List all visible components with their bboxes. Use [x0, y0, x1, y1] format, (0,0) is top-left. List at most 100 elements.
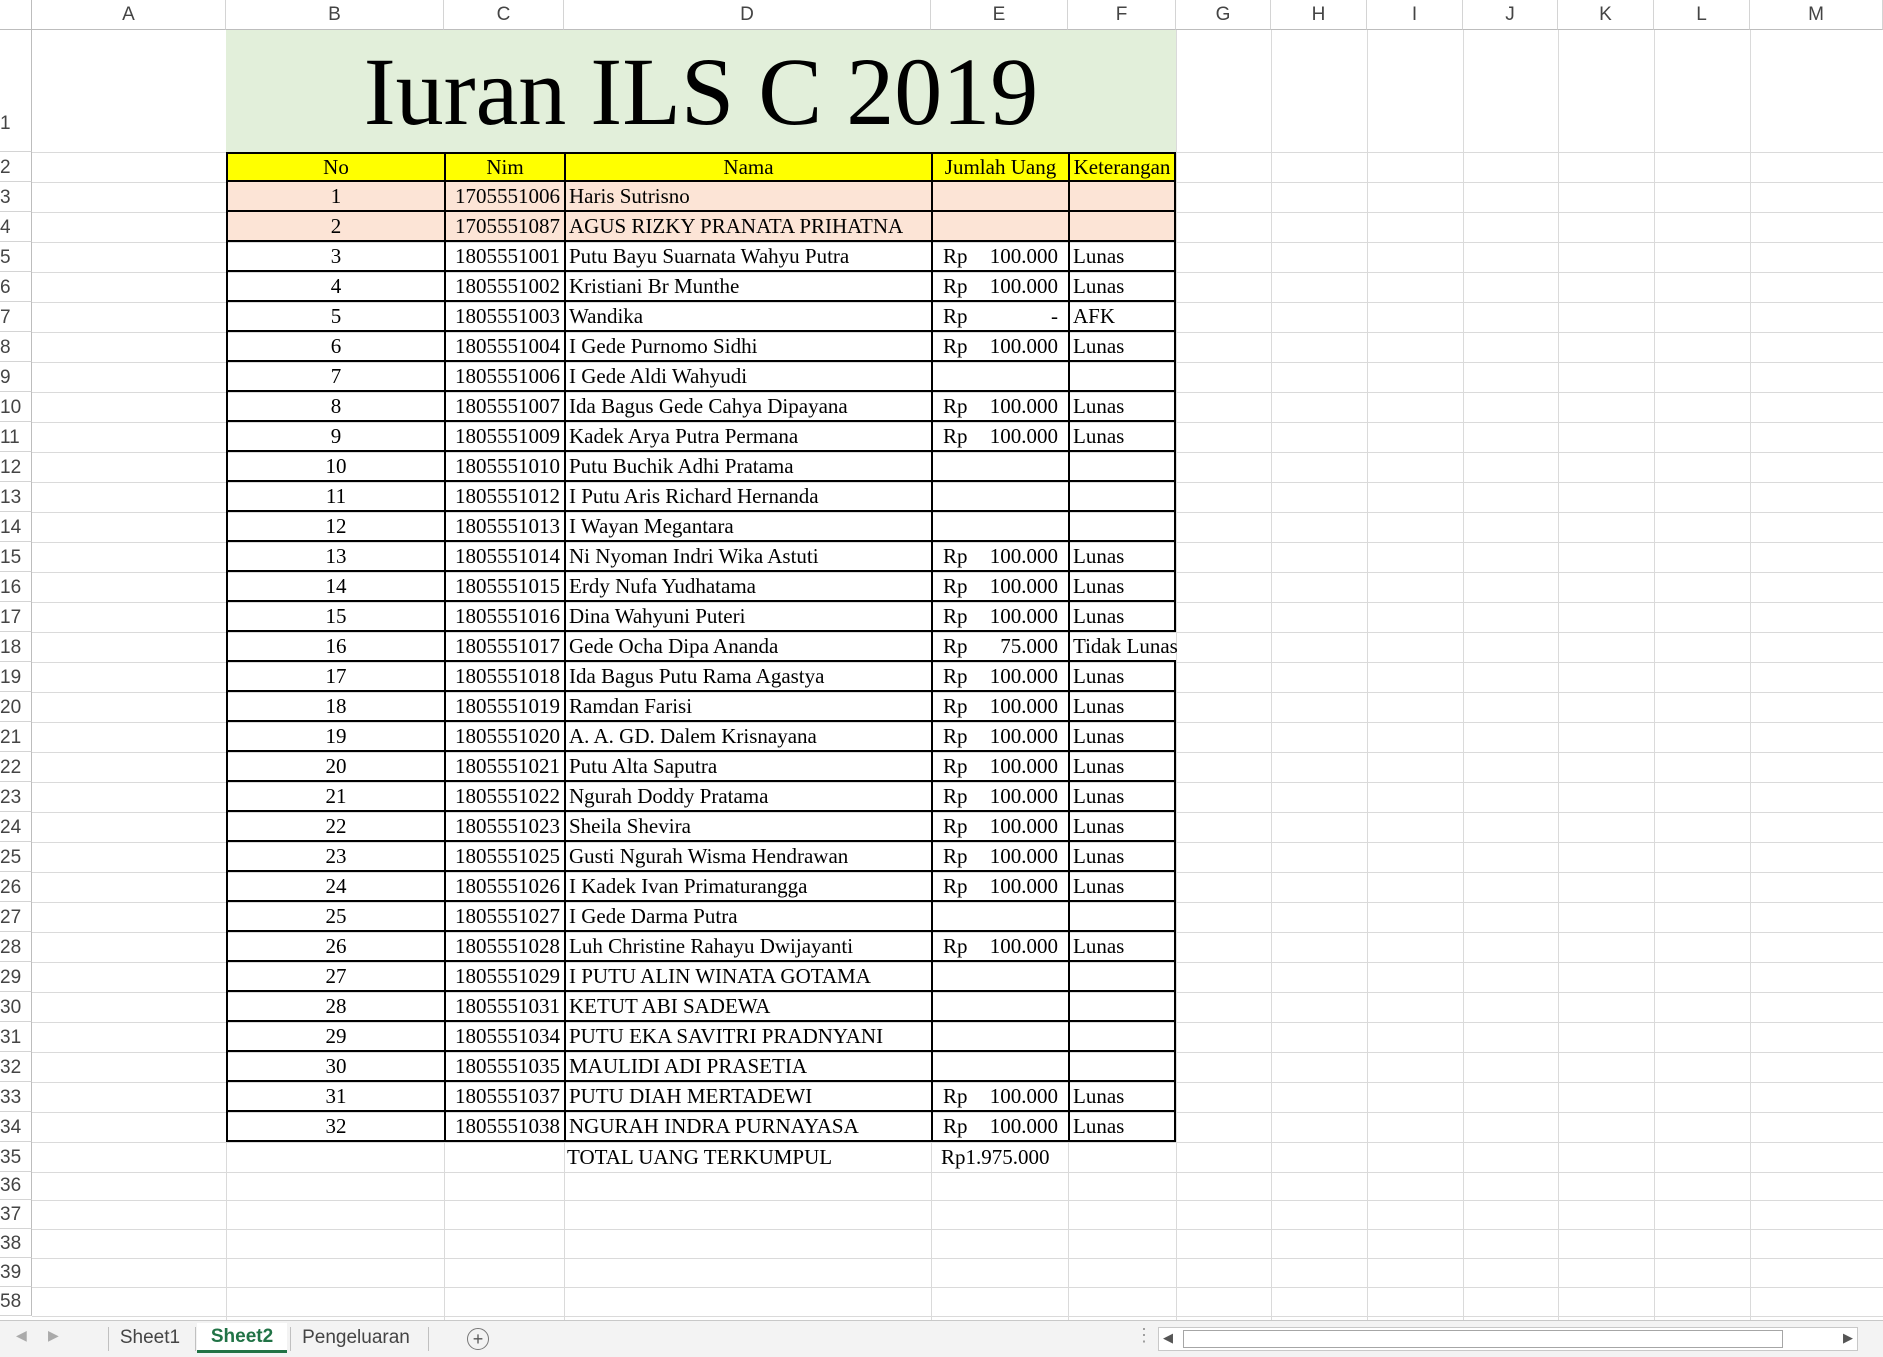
- cell-keterangan[interactable]: Lunas: [1068, 602, 1176, 632]
- spreadsheet-grid[interactable]: ABCDEFGHIJKLM 1 2 3 4 5 6 7 8 9 10 11 12 13 14 15 16 17 1…: [0, 0, 1883, 1320]
- cell-keterangan[interactable]: Lunas: [1068, 332, 1176, 362]
- row-header[interactable]: 26: [0, 872, 32, 902]
- cell-keterangan[interactable]: Lunas: [1068, 752, 1176, 782]
- row-header[interactable]: 12: [0, 452, 32, 482]
- cell-nama[interactable]: Dina Wahyuni Puteri: [564, 602, 931, 632]
- cell-jumlah[interactable]: [931, 212, 1068, 242]
- cell-nama[interactable]: Haris Sutrisno: [564, 182, 931, 212]
- row-header[interactable]: 15: [0, 542, 32, 572]
- cell-no[interactable]: 32: [226, 1112, 444, 1142]
- cell-jumlah[interactable]: [931, 182, 1068, 212]
- cell-no[interactable]: 29: [226, 1022, 444, 1052]
- cell-jumlah[interactable]: Rp 100.000: [931, 422, 1068, 452]
- tab-scroll-left-icon[interactable]: ◀: [16, 1327, 27, 1344]
- add-sheet-icon[interactable]: +: [467, 1328, 489, 1350]
- cell-nim[interactable]: 1805551003: [444, 302, 564, 332]
- cell-no[interactable]: 15: [226, 602, 444, 632]
- cell-keterangan[interactable]: [1068, 992, 1176, 1022]
- cell-keterangan[interactable]: [1068, 512, 1176, 542]
- cell-nama[interactable]: Ni Nyoman Indri Wika Astuti: [564, 542, 931, 572]
- row-header[interactable]: 8: [0, 332, 32, 362]
- cell-jumlah[interactable]: [931, 512, 1068, 542]
- column-header-h[interactable]: H: [1271, 0, 1367, 30]
- cell-nim[interactable]: 1805551034: [444, 1022, 564, 1052]
- cell-no[interactable]: 30: [226, 1052, 444, 1082]
- row-header[interactable]: 17: [0, 602, 32, 632]
- row-header[interactable]: 11: [0, 422, 32, 452]
- cell-jumlah[interactable]: Rp 100.000: [931, 572, 1068, 602]
- cell-jumlah[interactable]: [931, 362, 1068, 392]
- cell-no[interactable]: 17: [226, 662, 444, 692]
- cell-jumlah[interactable]: Rp 100.000: [931, 332, 1068, 362]
- cell-nama[interactable]: I PUTU ALIN WINATA GOTAMA: [564, 962, 931, 992]
- row-header[interactable]: 21: [0, 722, 32, 752]
- cell-keterangan[interactable]: Lunas: [1068, 1082, 1176, 1112]
- cell-no[interactable]: 19: [226, 722, 444, 752]
- scroll-left-icon[interactable]: ◀: [1163, 1330, 1173, 1346]
- header-no[interactable]: No: [226, 152, 444, 182]
- cell-nama[interactable]: Kadek Arya Putra Permana: [564, 422, 931, 452]
- cell-nama[interactable]: A. A. GD. Dalem Krisnayana: [564, 722, 931, 752]
- cell-keterangan[interactable]: [1068, 962, 1176, 992]
- cell-jumlah[interactable]: Rp 100.000: [931, 392, 1068, 422]
- cell-nama[interactable]: Ramdan Farisi: [564, 692, 931, 722]
- cell-nim[interactable]: 1805551010: [444, 452, 564, 482]
- cell-keterangan[interactable]: [1068, 1022, 1176, 1052]
- cell-nama[interactable]: Ngurah Doddy Pratama: [564, 782, 931, 812]
- cell-nim[interactable]: 1805551002: [444, 272, 564, 302]
- cell-jumlah[interactable]: Rp 100.000: [931, 542, 1068, 572]
- cell-nama[interactable]: NGURAH INDRA PURNAYASA: [564, 1112, 931, 1142]
- split-handle-icon[interactable]: ⋮: [1135, 1325, 1153, 1346]
- select-all-corner[interactable]: [0, 0, 32, 30]
- cell-nim[interactable]: 1805551028: [444, 932, 564, 962]
- cell-keterangan[interactable]: Lunas: [1068, 782, 1176, 812]
- row-header[interactable]: 9: [0, 362, 32, 392]
- cell-keterangan[interactable]: Tidak Lunas: [1068, 632, 1178, 662]
- row-header[interactable]: 1: [0, 30, 32, 152]
- column-header-i[interactable]: I: [1367, 0, 1463, 30]
- column-header-g[interactable]: G: [1176, 0, 1271, 30]
- cell-nim[interactable]: 1805551019: [444, 692, 564, 722]
- cell-no[interactable]: 21: [226, 782, 444, 812]
- cell-no[interactable]: 6: [226, 332, 444, 362]
- cell-jumlah[interactable]: Rp -: [931, 302, 1068, 332]
- cell-nim[interactable]: 1805551006: [444, 362, 564, 392]
- cell-nama[interactable]: KETUT ABI SADEWA: [564, 992, 931, 1022]
- cell-nim[interactable]: 1805551013: [444, 512, 564, 542]
- cell-jumlah[interactable]: Rp 100.000: [931, 812, 1068, 842]
- row-header[interactable]: 34: [0, 1112, 32, 1142]
- cell-keterangan[interactable]: [1068, 482, 1176, 512]
- header-jumlah[interactable]: Jumlah Uang: [931, 152, 1068, 182]
- cell-jumlah[interactable]: Rp 100.000: [931, 872, 1068, 902]
- cell-no[interactable]: 9: [226, 422, 444, 452]
- cell-nim[interactable]: 1705551006: [444, 182, 564, 212]
- cell-nama[interactable]: Erdy Nufa Yudhatama: [564, 572, 931, 602]
- row-header[interactable]: 37: [0, 1200, 32, 1229]
- cell-nim[interactable]: 1805551004: [444, 332, 564, 362]
- row-header[interactable]: 19: [0, 662, 32, 692]
- row-header[interactable]: 3: [0, 182, 32, 212]
- cell-nama[interactable]: PUTU DIAH MERTADEWI: [564, 1082, 931, 1112]
- cell-no[interactable]: 2: [226, 212, 444, 242]
- row-header[interactable]: 20: [0, 692, 32, 722]
- tab-sheet2[interactable]: Sheet2: [197, 1323, 287, 1353]
- row-header[interactable]: 10: [0, 392, 32, 422]
- cell-no[interactable]: 11: [226, 482, 444, 512]
- cell-nama[interactable]: Luh Christine Rahayu Dwijayanti: [564, 932, 931, 962]
- column-header-l[interactable]: L: [1654, 0, 1750, 30]
- cell-no[interactable]: 23: [226, 842, 444, 872]
- cell-nim[interactable]: 1805551009: [444, 422, 564, 452]
- cell-nim[interactable]: 1805551027: [444, 902, 564, 932]
- cell-nim[interactable]: 1805551021: [444, 752, 564, 782]
- row-header[interactable]: 6: [0, 272, 32, 302]
- cell-jumlah[interactable]: [931, 902, 1068, 932]
- cell-nama[interactable]: I Gede Darma Putra: [564, 902, 931, 932]
- row-header[interactable]: 25: [0, 842, 32, 872]
- cell-keterangan[interactable]: Lunas: [1068, 932, 1176, 962]
- cell-keterangan[interactable]: Lunas: [1068, 872, 1176, 902]
- cell-jumlah[interactable]: Rp 100.000: [931, 932, 1068, 962]
- cell-jumlah[interactable]: [931, 1052, 1068, 1082]
- cell-nim[interactable]: 1805551038: [444, 1112, 564, 1142]
- cell-no[interactable]: 7: [226, 362, 444, 392]
- row-header[interactable]: 5: [0, 242, 32, 272]
